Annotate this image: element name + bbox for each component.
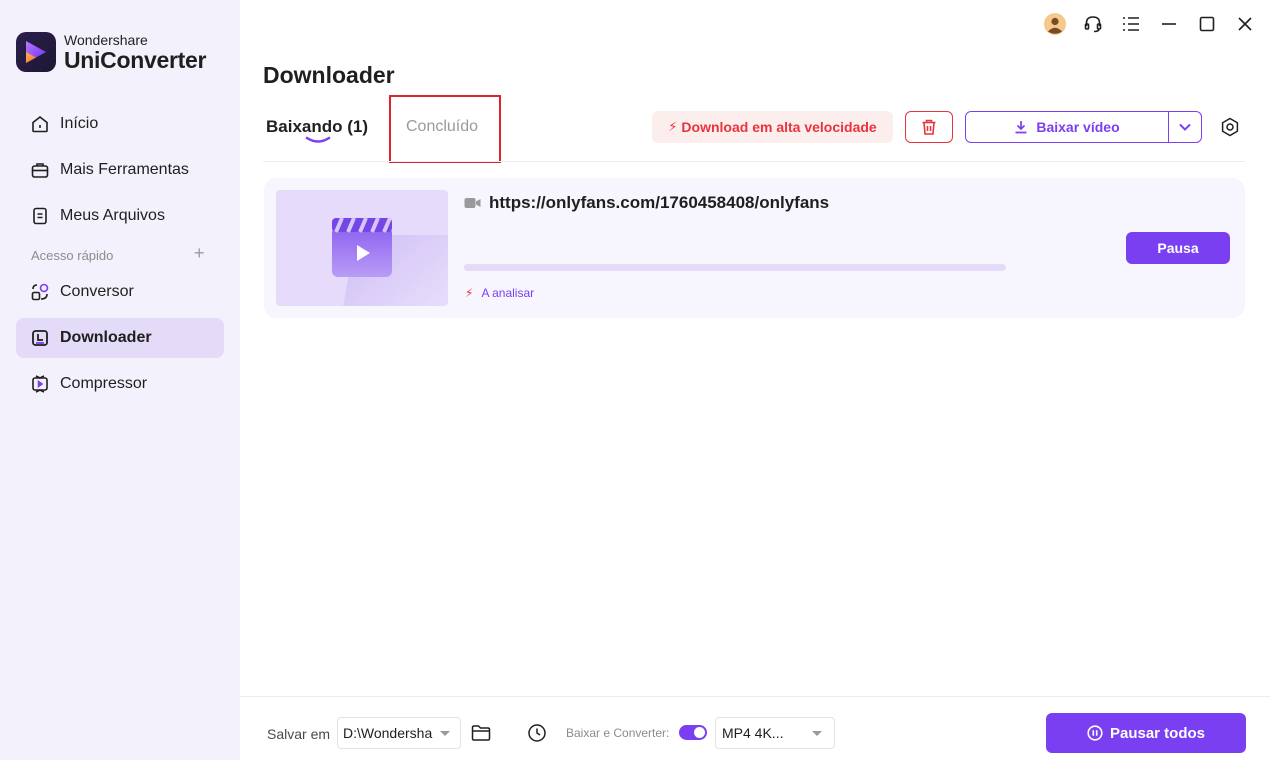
menu-icon[interactable] bbox=[1120, 10, 1142, 38]
avatar-icon[interactable] bbox=[1044, 10, 1066, 38]
schedule-button[interactable] bbox=[527, 723, 547, 743]
lightning-icon: ⚡ bbox=[465, 286, 474, 300]
highlight-box bbox=[389, 95, 501, 163]
download-options-dropdown[interactable] bbox=[1169, 112, 1201, 142]
quick-access-label: Acesso rápido bbox=[31, 248, 114, 263]
download-video-button[interactable]: Baixar vídeo bbox=[965, 111, 1202, 143]
tabs-divider bbox=[263, 161, 1245, 162]
download-status: A analisar bbox=[481, 286, 535, 300]
folder-icon bbox=[471, 725, 491, 741]
delete-button[interactable] bbox=[905, 111, 953, 143]
file-icon bbox=[30, 206, 50, 226]
video-clapper-icon bbox=[332, 217, 392, 277]
app-logo: Wondershare UniConverter bbox=[16, 32, 206, 72]
downloader-icon bbox=[30, 328, 50, 348]
open-folder-button[interactable] bbox=[471, 724, 491, 742]
high-speed-label: Download em alta velocidade bbox=[681, 119, 877, 135]
toolbox-icon bbox=[30, 160, 50, 180]
active-tab-indicator bbox=[305, 136, 331, 143]
home-icon bbox=[30, 114, 50, 134]
sidebar-item-label: Conversor bbox=[60, 283, 134, 300]
trash-icon bbox=[922, 119, 936, 135]
brand-name: Wondershare bbox=[64, 31, 148, 48]
headset-icon[interactable] bbox=[1082, 10, 1104, 38]
save-location-label: Salvar em bbox=[267, 726, 331, 742]
download-video-label: Baixar vídeo bbox=[1036, 119, 1120, 135]
video-camera-icon bbox=[464, 197, 481, 209]
sidebar-item-label: Compressor bbox=[60, 375, 148, 392]
sidebar-item-compressor[interactable]: Compressor bbox=[16, 364, 224, 404]
sidebar-item-meus-arquivos[interactable]: Meus Arquivos bbox=[16, 196, 224, 236]
footer-bar: Salvar em D:\Wondersha Baixar e Converte… bbox=[240, 696, 1270, 760]
high-speed-download-button[interactable]: ⚡ Download em alta velocidade bbox=[652, 111, 893, 143]
pause-all-label: Pausar todos bbox=[1109, 724, 1206, 742]
download-item: https://onlyfans.com/1760458408/onlyfans… bbox=[264, 178, 1245, 318]
quick-access-add-button[interactable]: + bbox=[194, 244, 205, 262]
clock-icon bbox=[528, 724, 546, 742]
lightning-icon: ⚡ bbox=[668, 119, 678, 134]
save-path-value: D:\Wondersha bbox=[343, 725, 433, 741]
chevron-down-icon bbox=[1179, 123, 1191, 131]
download-icon bbox=[1015, 121, 1027, 134]
sidebar-item-inicio[interactable]: Início bbox=[16, 104, 224, 144]
sidebar-item-label: Downloader bbox=[60, 329, 152, 346]
sidebar-item-label: Mais Ferramentas bbox=[60, 161, 189, 178]
download-url: https://onlyfans.com/1760458408/onlyfans bbox=[489, 193, 830, 212]
pause-circle-icon bbox=[1087, 725, 1103, 741]
gear-icon bbox=[1221, 117, 1239, 137]
sidebar-item-downloader[interactable]: Downloader bbox=[16, 318, 224, 358]
download-progress-bar bbox=[464, 264, 1006, 271]
output-format-select[interactable]: MP4 4K... bbox=[715, 717, 835, 749]
toggle-knob bbox=[694, 727, 705, 738]
sidebar-item-label: Início bbox=[60, 115, 99, 132]
sidebar: Wondershare UniConverter Início Mais Fer… bbox=[0, 0, 240, 760]
pause-all-button[interactable]: Pausar todos bbox=[1046, 713, 1246, 753]
pause-button[interactable]: Pausa bbox=[1126, 232, 1230, 264]
sidebar-item-mais-ferramentas[interactable]: Mais Ferramentas bbox=[16, 150, 224, 190]
settings-button[interactable] bbox=[1219, 116, 1241, 138]
tab-downloading[interactable]: Baixando (1) bbox=[266, 117, 368, 137]
output-format-value: MP4 4K... bbox=[722, 725, 784, 741]
sidebar-item-label: Meus Arquivos bbox=[60, 207, 165, 224]
compressor-icon bbox=[30, 374, 50, 394]
product-name: UniConverter bbox=[64, 46, 207, 73]
converter-icon bbox=[30, 282, 50, 302]
video-thumbnail bbox=[276, 190, 448, 306]
maximize-icon[interactable] bbox=[1196, 10, 1218, 38]
minimize-icon[interactable] bbox=[1158, 10, 1180, 38]
download-convert-label: Baixar e Converter: bbox=[566, 726, 670, 740]
uniconverter-logo-icon bbox=[16, 32, 56, 72]
caret-down-icon bbox=[440, 731, 450, 736]
close-icon[interactable] bbox=[1234, 10, 1256, 38]
sidebar-item-conversor[interactable]: Conversor bbox=[16, 272, 224, 312]
download-video-main[interactable]: Baixar vídeo bbox=[966, 112, 1168, 142]
caret-down-icon bbox=[812, 731, 822, 736]
save-path-select[interactable]: D:\Wondersha bbox=[337, 717, 461, 749]
page-title: Downloader bbox=[263, 62, 395, 88]
window-controls bbox=[1044, 10, 1256, 38]
download-convert-toggle[interactable] bbox=[679, 725, 707, 740]
